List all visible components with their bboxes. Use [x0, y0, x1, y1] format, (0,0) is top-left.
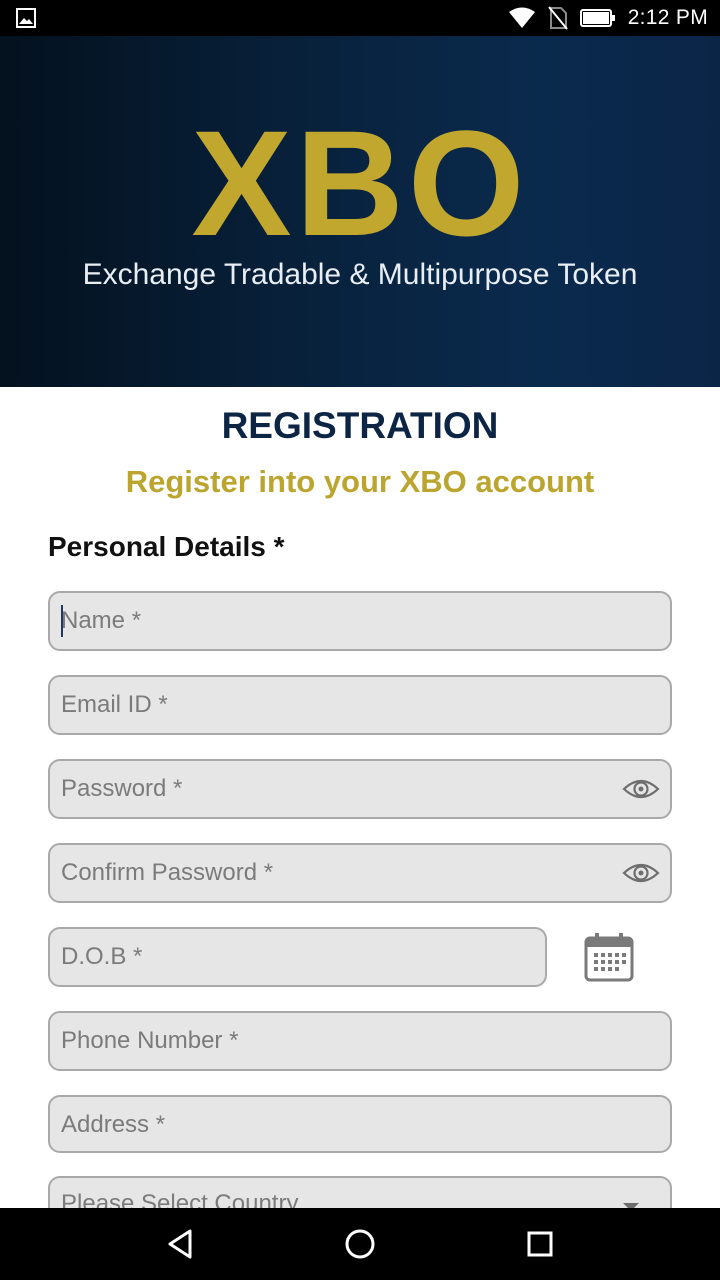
status-indicators: 2:12 PM — [508, 0, 708, 36]
phone-placeholder: Phone Number * — [61, 1027, 239, 1054]
header-banner: XBO Exchange Tradable & Multipurpose Tok… — [0, 36, 720, 387]
name-placeholder: Name * — [61, 607, 142, 634]
address-field[interactable]: Address * — [48, 1095, 672, 1153]
confirm-password-field[interactable]: Confirm Password * — [48, 843, 672, 903]
registration-form: REGISTRATION Register into your XBO acco… — [0, 387, 720, 1208]
recents-icon[interactable] — [522, 1226, 558, 1262]
email-field[interactable]: Email ID * — [48, 675, 672, 735]
home-icon[interactable] — [342, 1226, 378, 1262]
status-bar: 2:12 PM — [0, 0, 720, 36]
image-icon — [16, 8, 36, 28]
phone-field[interactable]: Phone Number * — [48, 1011, 672, 1071]
dob-placeholder: D.O.B * — [61, 943, 143, 970]
battery-icon — [579, 9, 615, 27]
eye-icon[interactable] — [622, 775, 660, 803]
name-field[interactable]: Name * — [48, 591, 672, 651]
eye-icon[interactable] — [622, 859, 660, 887]
wifi-icon — [508, 7, 535, 28]
dob-field[interactable]: D.O.B * — [48, 927, 547, 987]
section-label-personal-details: Personal Details * — [48, 531, 285, 562]
brand-logo: XBO — [191, 99, 529, 267]
status-time: 2:12 PM — [627, 6, 708, 29]
country-placeholder: Please Select Country — [61, 1190, 299, 1208]
navigation-bar — [0, 1208, 720, 1280]
email-placeholder: Email ID * — [61, 691, 168, 718]
calendar-icon[interactable] — [582, 932, 636, 984]
password-field[interactable]: Password * — [48, 759, 672, 819]
address-placeholder: Address * — [61, 1111, 166, 1138]
back-icon[interactable] — [162, 1226, 198, 1262]
country-select[interactable]: Please Select Country — [48, 1176, 672, 1208]
password-placeholder: Password * — [61, 775, 183, 802]
brand-tagline: Exchange Tradable & Multipurpose Token — [82, 258, 638, 291]
page-subtitle: Register into your XBO account — [125, 464, 595, 499]
confirm-password-placeholder: Confirm Password * — [61, 859, 274, 886]
page-title: REGISTRATION — [221, 405, 499, 446]
no-sim-icon — [547, 6, 568, 30]
